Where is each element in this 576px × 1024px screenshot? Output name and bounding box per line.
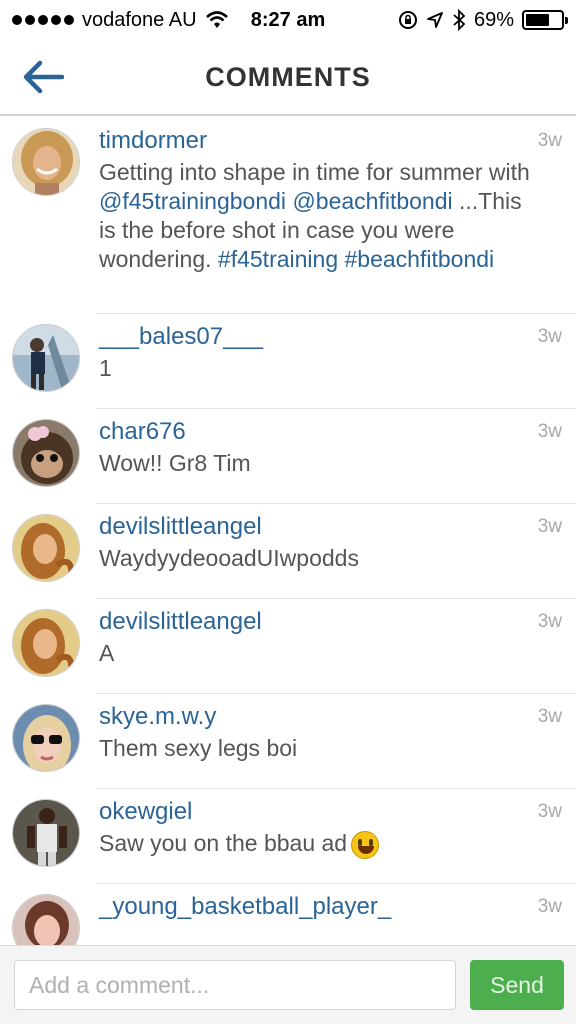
comment-username[interactable]: skye.m.w.y <box>99 702 216 732</box>
comment-text: Wow!! Gr8 Tim <box>99 450 251 476</box>
comment-text: Getting into shape in time for summer wi… <box>99 158 536 274</box>
avatar[interactable] <box>12 894 80 945</box>
hashtag-link[interactable]: #f45training <box>218 246 338 272</box>
status-bar: vodafone AU 8:27 am 69% <box>0 0 576 40</box>
avatar[interactable] <box>12 419 80 487</box>
comment-item: _young_basketball_player_ 3w <box>12 884 576 945</box>
comment-input[interactable] <box>14 960 456 1010</box>
avatar[interactable] <box>12 514 80 582</box>
comment-item: devilslittleangel WaydyydeooadUIwpodds 3… <box>12 504 576 599</box>
comment-timestamp: 3w <box>537 611 562 632</box>
back-button[interactable] <box>18 54 68 100</box>
comment-item: char676 Wow!! Gr8 Tim 3w <box>12 409 576 504</box>
comment-timestamp: 3w <box>537 801 562 822</box>
avatar[interactable] <box>12 128 80 196</box>
comment-username[interactable]: ___bales07___ <box>99 322 263 352</box>
back-arrow-icon <box>23 60 64 94</box>
comment-username[interactable]: timdormer <box>99 126 207 156</box>
comment-username[interactable]: char676 <box>99 417 186 447</box>
comment-text: A <box>99 640 115 666</box>
rotation-lock-icon <box>398 11 417 29</box>
comment-timestamp: 3w <box>537 896 562 917</box>
send-button[interactable]: Send <box>470 960 564 1010</box>
avatar[interactable] <box>12 324 80 392</box>
comment-timestamp: 3w <box>537 326 562 347</box>
comment-text-part: Getting into shape in time for summer wi… <box>99 159 530 185</box>
comment-username[interactable]: devilslittleangel <box>99 512 262 542</box>
carrier-name: vodafone AU <box>82 8 197 31</box>
avatar[interactable] <box>12 704 80 772</box>
comments-list[interactable]: timdormer Getting into shape in time for… <box>0 118 576 945</box>
comment-timestamp: 3w <box>537 516 562 537</box>
comment-text: 1 <box>99 355 112 381</box>
bluetooth-icon <box>453 9 466 31</box>
mention-link[interactable]: @beachfitbondi <box>292 188 452 214</box>
comment-item: okewgiel Saw you on the bbau ad 3w <box>12 789 576 884</box>
status-right: 69% <box>398 8 568 32</box>
comment-timestamp: 3w <box>537 130 562 151</box>
comment-username[interactable]: devilslittleangel <box>99 607 262 637</box>
signal-dots-icon <box>12 15 74 25</box>
comment-input-bar: Send <box>0 945 576 1024</box>
location-icon <box>427 12 443 28</box>
page-title: COMMENTS <box>205 61 371 92</box>
avatar[interactable] <box>12 609 80 677</box>
mention-link[interactable]: @f45trainingbondi <box>99 188 286 214</box>
smiley-emoji-icon <box>351 830 380 859</box>
comment-text: Them sexy legs boi <box>99 735 298 761</box>
comment-item: ___bales07___ 1 3w <box>12 314 576 409</box>
wifi-icon <box>205 11 228 28</box>
comment-item: devilslittleangel A 3w <box>12 599 576 694</box>
battery-percent: 69% <box>473 8 514 31</box>
comment-username[interactable]: _young_basketball_player_ <box>99 892 391 922</box>
comment-username[interactable]: okewgiel <box>99 797 192 827</box>
comment-text-part: Saw you on the bbau ad <box>99 830 348 856</box>
nav-bar: COMMENTS <box>0 40 576 116</box>
comment-item: skye.m.w.y Them sexy legs boi 3w <box>12 694 576 789</box>
comment-timestamp: 3w <box>537 421 562 442</box>
comment-text: WaydyydeooadUIwpodds <box>99 545 359 571</box>
hashtag-link[interactable]: #beachfitbondi <box>345 246 495 272</box>
comment-item: timdormer Getting into shape in time for… <box>12 118 576 314</box>
battery-fill <box>526 14 550 26</box>
avatar[interactable] <box>12 799 80 867</box>
status-left: vodafone AU <box>12 9 229 32</box>
comment-text: Saw you on the bbau ad <box>99 829 536 859</box>
battery-icon <box>522 10 568 30</box>
comment-timestamp: 3w <box>537 706 562 727</box>
